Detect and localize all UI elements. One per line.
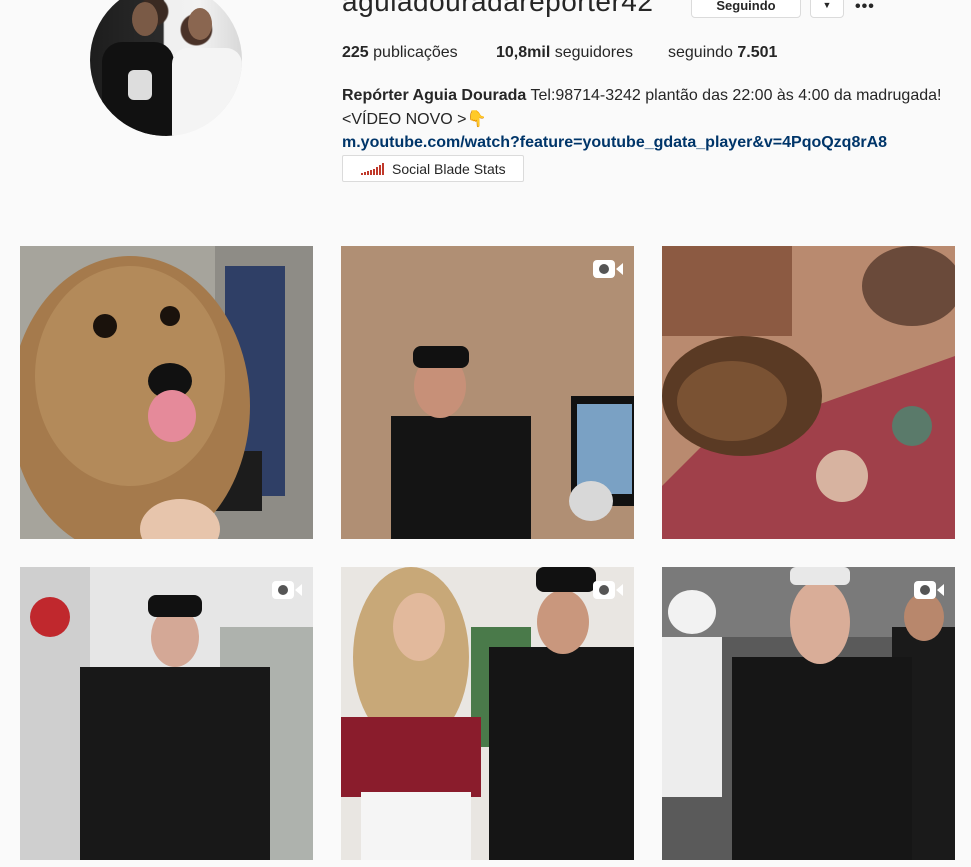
post-thumbnail-6[interactable] (662, 567, 955, 860)
avatar-face-left (132, 2, 158, 36)
bio-external-link[interactable]: m.youtube.com/watch?feature=youtube_gdat… (342, 131, 887, 155)
ellipsis-icon: ••• (855, 0, 875, 15)
post-6-image (662, 567, 955, 860)
profile-username: aguiadouradareporter42 (342, 0, 654, 17)
social-blade-label: Social Blade Stats (392, 160, 506, 177)
video-camera-icon (592, 579, 624, 601)
bio-line-2: <VÍDEO NOVO >👇 (342, 111, 487, 128)
post-3-image (662, 246, 955, 539)
social-blade-button[interactable]: Social Blade Stats (342, 155, 524, 182)
video-camera-icon (913, 579, 945, 601)
following-count-label: seguindo (668, 44, 733, 61)
avatar-figure-right (172, 48, 242, 136)
bio-line-1: Repórter Aguia Dourada Tel:98714-3242 pl… (342, 84, 941, 108)
posts-count: 225 publicações (342, 44, 458, 62)
following-link[interactable]: seguindo 7.501 (668, 44, 777, 62)
post-4-image (20, 567, 313, 860)
followers-count-label: seguidores (554, 44, 633, 61)
bio-full-name: Repórter Aguia Dourada (342, 87, 527, 104)
avatar-face-right (188, 8, 212, 40)
post-thumbnail-3[interactable] (662, 246, 955, 539)
profile-avatar[interactable] (90, 0, 242, 136)
options-button[interactable]: ••• (855, 0, 875, 16)
post-thumbnail-5[interactable] (341, 567, 634, 860)
avatar-shirt-print (128, 70, 152, 100)
followers-count-value: 10,8mil (496, 44, 551, 61)
video-camera-icon (271, 579, 303, 601)
posts-count-label: publicações (373, 44, 458, 61)
bio-text: Tel:98714-3242 plantão das 22:00 às 4:00… (530, 87, 942, 104)
video-camera-icon (592, 258, 624, 280)
following-count-value: 7.501 (737, 44, 778, 61)
post-1-image (20, 246, 313, 539)
followers-link[interactable]: 10,8mil seguidores (496, 44, 633, 62)
post-5-image (341, 567, 634, 860)
suggestions-dropdown-button[interactable]: ▼ (810, 0, 844, 18)
post-2-image (341, 246, 634, 539)
chevron-down-icon: ▼ (822, 0, 832, 10)
post-thumbnail-4[interactable] (20, 567, 313, 860)
post-thumbnail-2[interactable] (341, 246, 634, 539)
posts-count-value: 225 (342, 44, 369, 61)
post-thumbnail-1[interactable] (20, 246, 313, 539)
following-button[interactable]: Seguindo (691, 0, 801, 18)
bar-chart-icon (361, 162, 384, 175)
